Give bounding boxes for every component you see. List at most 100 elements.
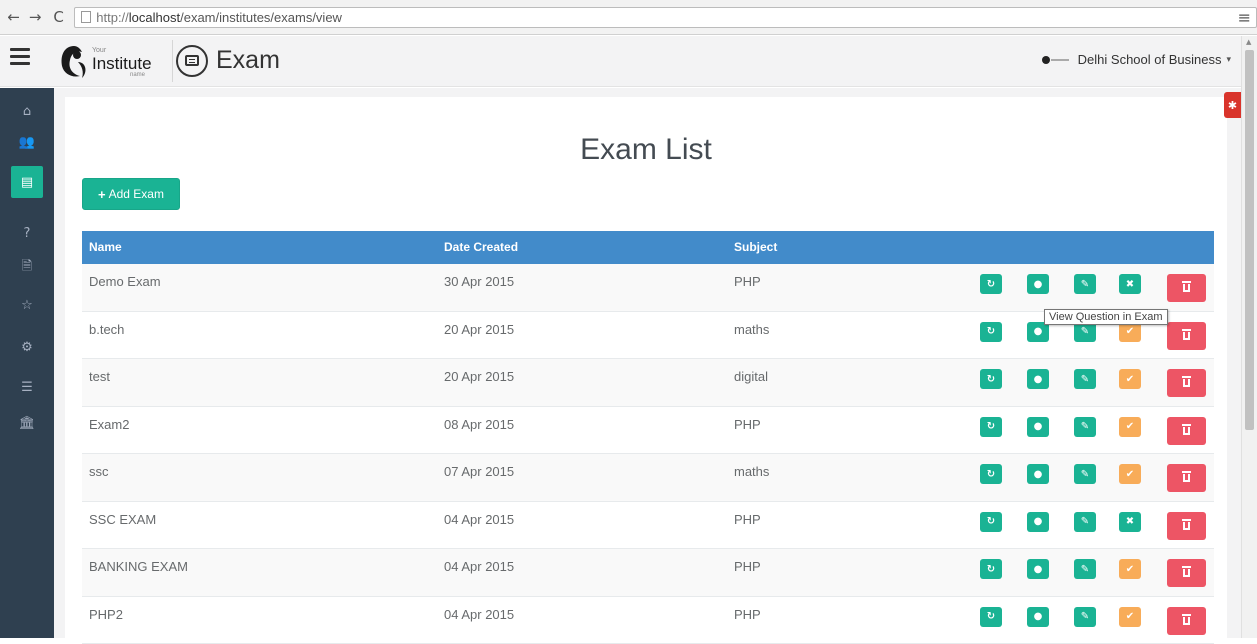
browser-menu-icon[interactable]: ≡	[1238, 8, 1251, 27]
page-icon	[81, 11, 91, 23]
edit-icon[interactable]: ✎	[1074, 607, 1096, 627]
page-scrollbar[interactable]: ▲	[1241, 36, 1257, 638]
check-icon[interactable]: ✔	[1119, 464, 1141, 484]
refresh-icon[interactable]: ↻	[980, 417, 1002, 437]
logo-institute-text: Institute	[92, 54, 152, 74]
edit-icon[interactable]: ✎	[1074, 464, 1096, 484]
eye-icon[interactable]: ●	[1027, 464, 1049, 484]
refresh-icon[interactable]: ↻	[980, 464, 1002, 484]
edit-icon[interactable]: ✎	[1074, 559, 1096, 579]
forward-arrow-icon[interactable]: →	[25, 7, 44, 27]
edit-icon[interactable]: ✎	[1074, 512, 1096, 532]
exam-date-created: 20 Apr 2015	[444, 369, 514, 384]
page-title: Exam List	[65, 133, 1227, 167]
edit-icon[interactable]: ✎	[1074, 369, 1096, 389]
check-icon[interactable]: ✔	[1119, 369, 1141, 389]
exam-date-created: 08 Apr 2015	[444, 417, 514, 432]
table-row: ssc07 Apr 2015maths↻●✎✔	[82, 454, 1214, 502]
header-divider	[172, 40, 173, 82]
home-icon[interactable]: ⌂	[11, 95, 43, 127]
eye-icon[interactable]: ●	[1027, 274, 1049, 294]
close-icon[interactable]: ✖	[1119, 274, 1141, 294]
table-row: BANKING EXAM 04 Apr 2015 PHP ↻ ● ✎ ✔	[82, 549, 1214, 597]
edit-icon[interactable]: ✎	[1074, 417, 1096, 437]
trash-icon[interactable]	[1167, 607, 1206, 635]
eye-icon[interactable]: ●	[1027, 559, 1049, 579]
eye-icon[interactable]: ●	[1027, 512, 1049, 532]
refresh-icon[interactable]: ↻	[980, 322, 1002, 342]
exam-date-created: 04 Apr 2015	[444, 607, 514, 622]
refresh-icon[interactable]: ↻	[980, 607, 1002, 627]
trash-icon[interactable]	[1167, 322, 1206, 350]
refresh-icon[interactable]: ↻	[980, 559, 1002, 579]
exam-name: SSC EXAM	[89, 512, 156, 527]
table-row: SSC EXAM 04 Apr 2015 PHP ↻ ● ✎ ✖	[82, 502, 1214, 550]
eye-icon[interactable]: ●	[1027, 369, 1049, 389]
question-icon[interactable]: ?	[11, 217, 43, 249]
hamburger-menu-icon[interactable]	[10, 48, 30, 70]
address-bar[interactable]: http:// localhost /exam/institutes/exams…	[74, 7, 1257, 28]
table-row: test20 Apr 2015digital↻●✎✔	[82, 359, 1214, 407]
trash-icon[interactable]	[1167, 464, 1206, 492]
exam-name: BANKING EXAM	[89, 559, 188, 574]
exam-subject: PHP	[734, 417, 761, 432]
table-row: Demo Exam30 Apr 2015PHP↻●✎✖	[82, 264, 1214, 312]
exam-subject: PHP	[734, 559, 761, 574]
exam-subject: PHP	[734, 512, 761, 527]
exam-name: test	[89, 369, 110, 384]
exam-date-created: 07 Apr 2015	[444, 464, 514, 479]
refresh-icon[interactable]: ↻	[980, 369, 1002, 389]
reload-icon[interactable]: C	[49, 7, 68, 27]
check-icon[interactable]: ✔	[1119, 417, 1141, 437]
trash-icon[interactable]	[1167, 274, 1206, 302]
star-icon[interactable]: ☆	[11, 289, 43, 321]
trash-icon[interactable]	[1167, 417, 1206, 445]
edit-icon[interactable]: ✎	[1074, 274, 1096, 294]
organization-name: Delhi School of Business	[1078, 52, 1222, 67]
trash-icon[interactable]	[1167, 512, 1206, 540]
logo-name-text: name	[130, 72, 145, 78]
browser-toolbar: ← → C http:// localhost /exam/institutes…	[0, 0, 1257, 35]
exam-date-created: 04 Apr 2015	[444, 512, 514, 527]
url-path: /exam/institutes/exams/view	[180, 10, 342, 25]
trash-icon[interactable]	[1167, 559, 1206, 587]
check-icon[interactable]: ✔	[1119, 559, 1141, 579]
institution-icon[interactable]: 🏛	[11, 407, 43, 439]
eye-icon[interactable]: ●	[1027, 607, 1049, 627]
exam-list-icon	[176, 45, 208, 77]
cog-icon[interactable]: ⚙	[11, 331, 43, 363]
check-icon[interactable]: ✔	[1119, 607, 1141, 627]
url-host: localhost	[129, 10, 180, 25]
url-prefix: http://	[96, 10, 129, 25]
view-question-tooltip: View Question in Exam	[1044, 309, 1168, 325]
add-exam-label: Add Exam	[109, 187, 164, 201]
bug-report-icon[interactable]: ✱	[1224, 92, 1241, 118]
list-icon[interactable]: ☰	[11, 371, 43, 403]
column-header-date-created: Date Created	[444, 240, 518, 254]
institute-logo[interactable]: Your Institute name	[58, 42, 170, 82]
trash-icon[interactable]	[1167, 369, 1206, 397]
scroll-thumb[interactable]	[1245, 50, 1254, 430]
back-arrow-icon[interactable]: ←	[4, 7, 23, 27]
exam-name: PHP2	[89, 607, 123, 622]
close-icon[interactable]: ✖	[1119, 512, 1141, 532]
organization-dropdown[interactable]: Delhi School of Business ▾	[1042, 52, 1231, 67]
file-icon[interactable]: 🗎	[11, 252, 43, 284]
logo-swoosh-icon	[58, 44, 90, 80]
plus-icon: +	[98, 187, 106, 202]
add-exam-button[interactable]: + Add Exam	[82, 178, 180, 210]
exam-date-created: 04 Apr 2015	[444, 559, 514, 574]
scroll-up-arrow-icon[interactable]: ▲	[1246, 38, 1251, 46]
users-icon[interactable]: 👥	[11, 126, 43, 158]
table-row: Exam208 Apr 2015PHP↻●✎✔	[82, 407, 1214, 455]
exam-date-created: 20 Apr 2015	[444, 322, 514, 337]
refresh-icon[interactable]: ↻	[980, 274, 1002, 294]
list-alt-icon[interactable]: ▤	[11, 166, 43, 198]
column-header-subject: Subject	[734, 240, 777, 254]
sidebar: ⌂👥 ▤?🗎 ☆ ⚙ ☰ 🏛	[0, 88, 54, 638]
exam-name: b.tech	[89, 322, 124, 337]
app-header: Your Institute name Exam Delhi School of…	[0, 36, 1241, 87]
eye-icon[interactable]: ●	[1027, 417, 1049, 437]
refresh-icon[interactable]: ↻	[980, 512, 1002, 532]
exam-subject: PHP	[734, 607, 761, 622]
